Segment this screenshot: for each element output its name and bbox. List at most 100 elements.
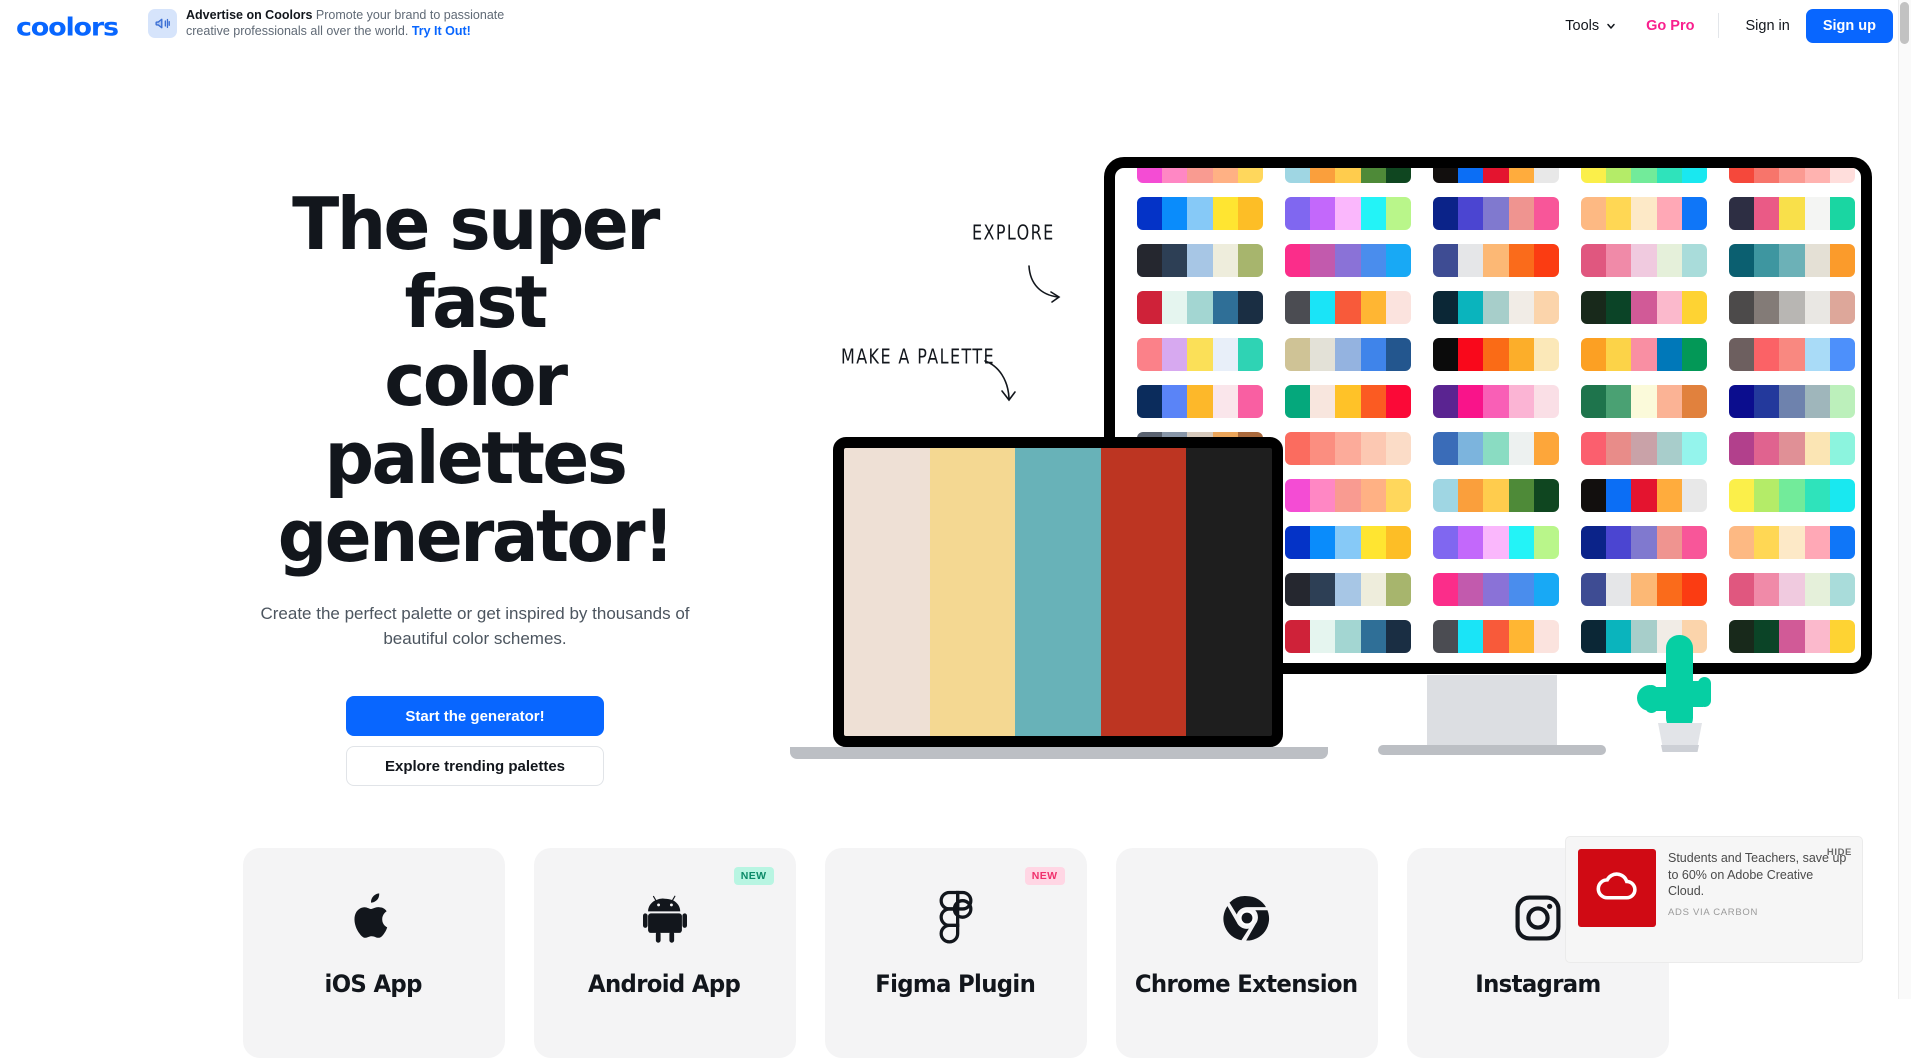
palette-card[interactable]	[1285, 573, 1411, 606]
palette-swatch	[1508, 479, 1534, 512]
palette-card[interactable]	[1285, 432, 1411, 465]
palette-card[interactable]	[1729, 526, 1855, 559]
palette-swatch	[1729, 291, 1755, 324]
palette-swatch	[1779, 197, 1805, 230]
palette-card[interactable]	[1137, 197, 1263, 230]
palette-card[interactable]	[1581, 479, 1707, 512]
palette-card[interactable]	[1433, 244, 1559, 277]
palette-grid-row	[1115, 291, 1861, 324]
explore-trending-palettes-button[interactable]: Explore trending palettes	[346, 746, 604, 786]
palette-swatch	[1779, 168, 1805, 183]
adobe-creative-cloud-icon[interactable]	[1578, 849, 1656, 927]
palette-card[interactable]	[1729, 168, 1855, 183]
page-scrollbar-thumb[interactable]	[1900, 2, 1909, 44]
palette-swatch	[1656, 168, 1682, 183]
nav-sign-up-button[interactable]: Sign up	[1805, 8, 1893, 43]
product-card-figma-plugin[interactable]: NEW Figma Plugin	[824, 848, 1087, 1058]
advertise-promo-banner[interactable]: Advertise on Coolors Promote your brand …	[148, 7, 531, 39]
palette-card[interactable]	[1581, 168, 1707, 183]
palette-swatch	[1433, 479, 1459, 512]
palette-swatch	[1779, 526, 1805, 559]
palette-swatch	[1483, 479, 1509, 512]
palette-card[interactable]	[1285, 291, 1411, 324]
palette-card[interactable]	[1729, 385, 1855, 418]
palette-swatch	[1385, 338, 1411, 371]
palette-card[interactable]	[1285, 620, 1411, 653]
palette-card[interactable]	[1137, 244, 1263, 277]
palette-card[interactable]	[1581, 244, 1707, 277]
palette-card[interactable]	[1433, 573, 1559, 606]
palette-card[interactable]	[1729, 667, 1855, 674]
page-scrollbar-track[interactable]	[1898, 0, 1911, 999]
product-card-ios-app[interactable]: iOS App	[242, 848, 505, 1058]
palette-card[interactable]	[1729, 197, 1855, 230]
palette-swatch	[1631, 197, 1657, 230]
promo-cta-link[interactable]: Try It Out!	[412, 24, 471, 38]
nav-go-pro-link[interactable]: Go Pro	[1632, 18, 1708, 34]
palette-card[interactable]	[1285, 197, 1411, 230]
palette-card[interactable]	[1729, 291, 1855, 324]
palette-swatch	[1804, 573, 1830, 606]
palette-swatch	[1285, 291, 1311, 324]
palette-swatch	[1681, 385, 1707, 418]
palette-card[interactable]	[1285, 385, 1411, 418]
palette-card[interactable]	[1433, 620, 1559, 653]
palette-card[interactable]	[1433, 168, 1559, 183]
palette-card[interactable]	[1433, 385, 1559, 418]
palette-swatch	[1533, 338, 1559, 371]
palette-card[interactable]	[1581, 385, 1707, 418]
palette-card[interactable]	[1433, 197, 1559, 230]
palette-card[interactable]	[1729, 620, 1855, 653]
palette-swatch	[1729, 667, 1754, 674]
palette-swatch	[1779, 573, 1805, 606]
palette-card[interactable]	[1433, 667, 1559, 674]
palette-card[interactable]	[1137, 385, 1263, 418]
palette-card[interactable]	[1285, 244, 1411, 277]
ad-text[interactable]: Students and Teachers, save up to 60% on…	[1668, 849, 1850, 900]
product-card-chrome-extension[interactable]: Chrome Extension	[1115, 848, 1378, 1058]
palette-card[interactable]	[1729, 479, 1855, 512]
palette-card[interactable]	[1433, 479, 1559, 512]
palette-swatch	[1433, 432, 1459, 465]
palette-card[interactable]	[1137, 291, 1263, 324]
ad-hide-button[interactable]: HIDE	[1827, 847, 1852, 858]
palette-swatch	[1433, 385, 1459, 418]
start-generator-button[interactable]: Start the generator!	[346, 696, 604, 736]
palette-card[interactable]	[1285, 338, 1411, 371]
palette-swatch	[1360, 385, 1386, 418]
palette-swatch	[1606, 385, 1632, 418]
nav-sign-in-link[interactable]: Sign in	[1729, 18, 1805, 34]
palette-card[interactable]	[1581, 338, 1707, 371]
palette-card[interactable]	[1137, 168, 1263, 183]
palette-swatch	[1606, 432, 1632, 465]
coolors-logo[interactable]: coolors	[16, 13, 119, 42]
palette-swatch	[1606, 168, 1632, 183]
palette-swatch	[1360, 526, 1386, 559]
palette-card[interactable]	[1581, 526, 1707, 559]
nav-tools-menu[interactable]: Tools	[1550, 18, 1632, 34]
palette-card[interactable]	[1729, 244, 1855, 277]
palette-card[interactable]	[1433, 338, 1559, 371]
palette-card[interactable]	[1729, 573, 1855, 606]
palette-card[interactable]	[1285, 667, 1411, 674]
palette-card[interactable]	[1581, 197, 1707, 230]
palette-swatch	[1681, 338, 1707, 371]
product-card-android-app[interactable]: NEW Android App	[533, 848, 796, 1058]
palette-card[interactable]	[1581, 432, 1707, 465]
palette-card[interactable]	[1285, 526, 1411, 559]
palette-card[interactable]	[1581, 573, 1707, 606]
palette-card[interactable]	[1285, 479, 1411, 512]
palette-card[interactable]	[1729, 432, 1855, 465]
palette-card[interactable]	[1433, 432, 1559, 465]
palette-card[interactable]	[1433, 526, 1559, 559]
palette-card[interactable]	[1581, 291, 1707, 324]
palette-card[interactable]	[1729, 338, 1855, 371]
palette-swatch	[1779, 667, 1804, 674]
palette-swatch	[1729, 526, 1755, 559]
carbon-ad[interactable]: Students and Teachers, save up to 60% on…	[1566, 837, 1862, 962]
palette-swatch	[1681, 291, 1707, 324]
palette-card[interactable]	[1137, 338, 1263, 371]
palette-card[interactable]	[1433, 291, 1559, 324]
palette-swatch	[1581, 338, 1607, 371]
palette-card[interactable]	[1285, 168, 1411, 183]
